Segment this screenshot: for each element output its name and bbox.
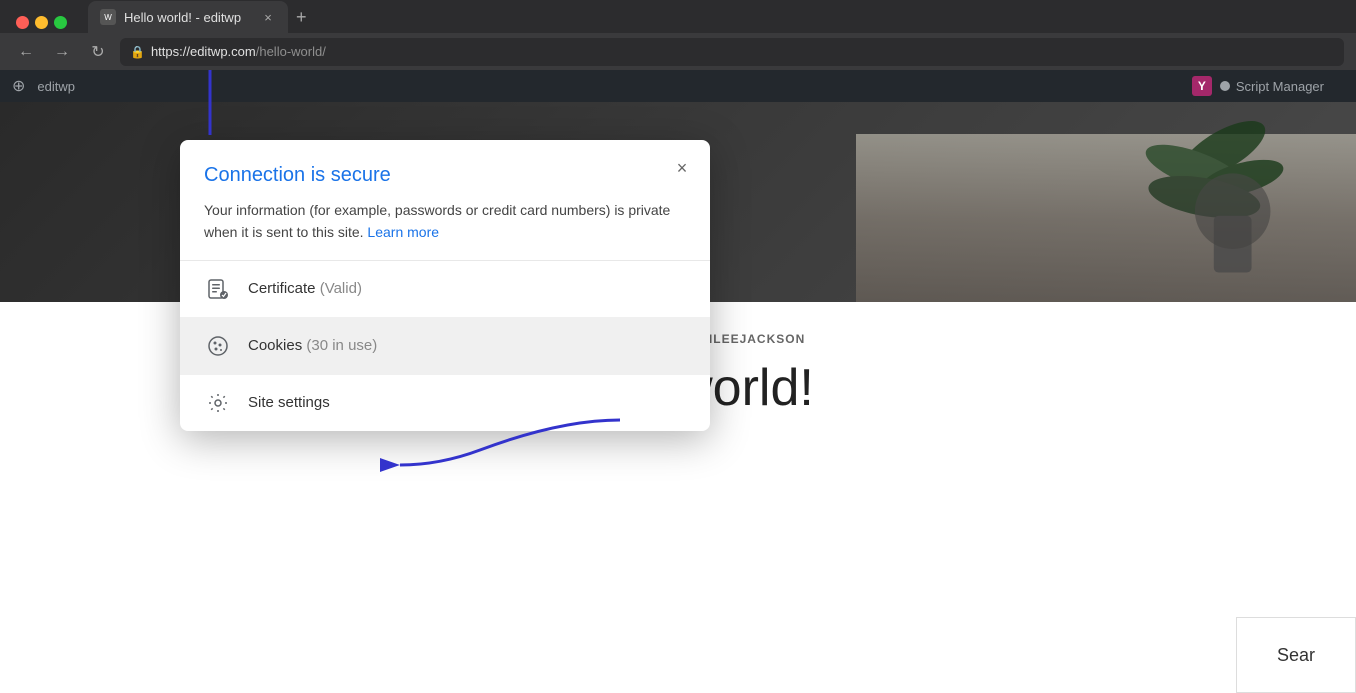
website-content: ⊕ editwp Y Script Manager JULY 30, 2018 … bbox=[0, 70, 1356, 693]
connection-title: Connection is secure bbox=[204, 164, 686, 187]
search-partial-text: Sear bbox=[1277, 645, 1315, 666]
site-settings-label: Site settings bbox=[248, 394, 330, 411]
certificate-item[interactable]: Certificate (Valid) bbox=[180, 261, 710, 318]
connection-description: Your information (for example, passwords… bbox=[204, 199, 686, 244]
address-bar[interactable]: 🔒 https://editwp.com/hello-world/ bbox=[120, 38, 1344, 66]
popup-header: Connection is secure Your information (f… bbox=[180, 140, 710, 261]
yoast-icon: Y bbox=[1192, 76, 1212, 96]
tab-favicon: W bbox=[100, 9, 116, 25]
certificate-label: Certificate (Valid) bbox=[248, 280, 362, 297]
cookies-label: Cookies (30 in use) bbox=[248, 337, 377, 354]
popup-close-button[interactable]: × bbox=[670, 156, 694, 180]
popup-items-list: Certificate (Valid) bbox=[180, 261, 710, 431]
url-protocol-domain: https://editwp.com bbox=[151, 44, 256, 59]
plant-decoration bbox=[1026, 112, 1326, 282]
security-popup-overlay: Connection is secure Your information (f… bbox=[180, 140, 710, 431]
new-tab-button[interactable]: + bbox=[288, 1, 315, 33]
forward-button[interactable]: → bbox=[48, 38, 76, 66]
traffic-light-red[interactable] bbox=[16, 16, 29, 29]
traffic-lights bbox=[8, 8, 75, 29]
traffic-light-yellow[interactable] bbox=[35, 16, 48, 29]
browser-chrome: W Hello world! - editwp × + ← → ↻ 🔒 http… bbox=[0, 0, 1356, 70]
url-display: https://editwp.com/hello-world/ bbox=[151, 44, 326, 59]
site-settings-icon bbox=[204, 389, 232, 417]
learn-more-link[interactable]: Learn more bbox=[367, 224, 439, 240]
arrow-cookies-annotation bbox=[380, 410, 630, 490]
lock-icon: 🔒 bbox=[130, 45, 145, 59]
security-popup: Connection is secure Your information (f… bbox=[180, 140, 710, 431]
tab-close-button[interactable]: × bbox=[260, 9, 276, 25]
tab-title: Hello world! - editwp bbox=[124, 10, 252, 25]
script-manager[interactable]: Script Manager bbox=[1220, 79, 1324, 94]
active-tab[interactable]: W Hello world! - editwp × bbox=[88, 1, 288, 33]
traffic-light-green[interactable] bbox=[54, 16, 67, 29]
arrow-up-annotation bbox=[190, 70, 250, 145]
search-widget: Sear bbox=[1236, 617, 1356, 693]
back-button[interactable]: ← bbox=[12, 38, 40, 66]
cookies-icon bbox=[204, 332, 232, 360]
certificate-icon bbox=[204, 275, 232, 303]
url-path: /hello-world/ bbox=[256, 44, 326, 59]
script-manager-indicator bbox=[1220, 81, 1230, 91]
svg-text:W: W bbox=[104, 13, 112, 22]
tab-bar: W Hello world! - editwp × + bbox=[0, 0, 1356, 33]
nav-bar: ← → ↻ 🔒 https://editwp.com/hello-world/ bbox=[0, 33, 1356, 70]
script-manager-label: Script Manager bbox=[1236, 79, 1324, 94]
refresh-button[interactable]: ↻ bbox=[84, 38, 112, 66]
wordpress-logo[interactable]: ⊕ bbox=[12, 76, 25, 96]
site-label[interactable]: editwp bbox=[37, 79, 75, 94]
cookies-item[interactable]: Cookies (30 in use) bbox=[180, 318, 710, 375]
